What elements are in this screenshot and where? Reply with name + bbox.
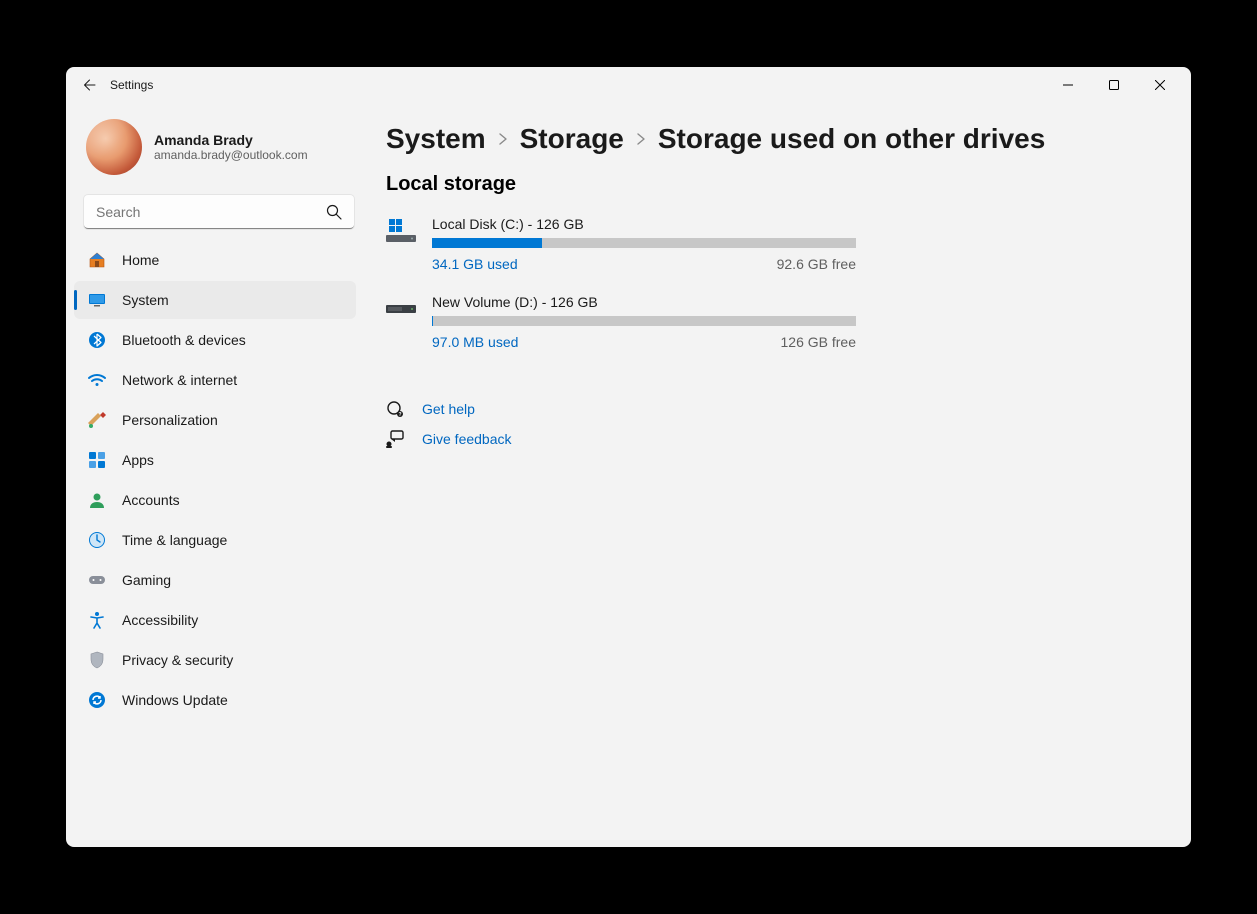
apps-icon [88, 451, 106, 469]
sidebar-item-label: Time & language [122, 532, 227, 548]
help-links: ? Get help Give feedback [386, 400, 1151, 448]
chevron-right-icon [496, 132, 510, 146]
sidebar-item-apps[interactable]: Apps [74, 441, 356, 479]
sidebar-item-label: Home [122, 252, 159, 268]
drive-progress-fill [432, 316, 433, 326]
sidebar-item-accounts[interactable]: Accounts [74, 481, 356, 519]
sidebar-item-time-language[interactable]: Time & language [74, 521, 356, 559]
profile-card[interactable]: Amanda Brady amanda.brady@outlook.com [74, 111, 366, 191]
breadcrumb-current: Storage used on other drives [658, 123, 1045, 155]
back-button[interactable] [74, 69, 106, 101]
sidebar-item-system[interactable]: System [74, 281, 356, 319]
sidebar-item-label: Accounts [122, 492, 180, 508]
breadcrumb-storage[interactable]: Storage [520, 123, 624, 155]
titlebar: Settings [66, 67, 1191, 103]
sidebar-item-label: Privacy & security [122, 652, 233, 668]
minimize-icon [1063, 80, 1073, 90]
sidebar-item-accessibility[interactable]: Accessibility [74, 601, 356, 639]
drive-progress-fill [432, 238, 542, 248]
accounts-icon [88, 491, 106, 509]
sidebar-item-label: Apps [122, 452, 154, 468]
privacy-icon [88, 651, 106, 669]
system-icon [88, 291, 106, 309]
sidebar-item-label: Accessibility [122, 612, 198, 628]
drive-used-link[interactable]: 97.0 MB used [432, 334, 518, 350]
window-controls [1045, 69, 1183, 101]
sidebar-item-bluetooth[interactable]: Bluetooth & devices [74, 321, 356, 359]
sidebar-item-label: Network & internet [122, 372, 237, 388]
help-link-label: Get help [422, 401, 475, 417]
drive-item[interactable]: Local Disk (C:) - 126 GB 34.1 GB used 92… [386, 216, 856, 272]
windows-drive-icon [386, 218, 416, 242]
drive-item[interactable]: New Volume (D:) - 126 GB 97.0 MB used 12… [386, 294, 856, 350]
personalization-icon [88, 411, 106, 429]
help-icon: ? [386, 400, 404, 418]
drive-used-link[interactable]: 34.1 GB used [432, 256, 518, 272]
window-title: Settings [110, 78, 153, 92]
settings-window: Settings Amanda Brady amanda.brady@outlo… [66, 67, 1191, 847]
maximize-button[interactable] [1091, 69, 1137, 101]
help-link-label: Give feedback [422, 431, 512, 447]
sidebar-item-label: System [122, 292, 169, 308]
gaming-icon [88, 571, 106, 589]
sidebar-item-windows-update[interactable]: Windows Update [74, 681, 356, 719]
svg-text:?: ? [398, 412, 401, 418]
windows-update-icon [88, 691, 106, 709]
close-button[interactable] [1137, 69, 1183, 101]
sidebar-item-gaming[interactable]: Gaming [74, 561, 356, 599]
sidebar-item-home[interactable]: Home [74, 241, 356, 279]
sidebar-item-label: Windows Update [122, 692, 228, 708]
sidebar: Amanda Brady amanda.brady@outlook.com Ho… [66, 103, 366, 847]
sidebar-item-personalization[interactable]: Personalization [74, 401, 356, 439]
sidebar-item-privacy[interactable]: Privacy & security [74, 641, 356, 679]
sidebar-item-label: Personalization [122, 412, 218, 428]
maximize-icon [1109, 80, 1119, 90]
drive-progress [432, 316, 856, 326]
network-icon [88, 371, 106, 389]
chevron-right-icon [634, 132, 648, 146]
sidebar-item-label: Gaming [122, 572, 171, 588]
home-icon [88, 251, 106, 269]
drive-free: 126 GB free [781, 334, 857, 350]
main-content: System Storage Storage used on other dri… [366, 103, 1191, 847]
arrow-left-icon [82, 77, 98, 93]
minimize-button[interactable] [1045, 69, 1091, 101]
drive-icon [386, 296, 416, 320]
drive-title: New Volume (D:) - 126 GB [432, 294, 856, 310]
profile-email: amanda.brady@outlook.com [154, 148, 308, 162]
give-feedback-link[interactable]: Give feedback [386, 430, 1151, 448]
time-language-icon [88, 531, 106, 549]
drive-title: Local Disk (C:) - 126 GB [432, 216, 856, 232]
search-icon [326, 204, 342, 220]
breadcrumbs: System Storage Storage used on other dri… [386, 123, 1151, 155]
search-input[interactable] [84, 195, 354, 229]
close-icon [1155, 80, 1165, 90]
section-title: Local storage [386, 173, 1151, 196]
get-help-link[interactable]: ? Get help [386, 400, 1151, 418]
drive-progress [432, 238, 856, 248]
avatar [86, 119, 142, 175]
sidebar-item-label: Bluetooth & devices [122, 332, 246, 348]
breadcrumb-system[interactable]: System [386, 123, 486, 155]
sidebar-item-network[interactable]: Network & internet [74, 361, 356, 399]
search-box [84, 195, 354, 229]
nav: Home System Bluetooth & devices [74, 241, 366, 719]
bluetooth-icon [88, 331, 106, 349]
profile-name: Amanda Brady [154, 132, 308, 148]
drive-free: 92.6 GB free [777, 256, 856, 272]
accessibility-icon [88, 611, 106, 629]
drive-list: Local Disk (C:) - 126 GB 34.1 GB used 92… [386, 216, 1151, 350]
feedback-icon [386, 430, 404, 448]
search-button[interactable] [320, 198, 348, 226]
